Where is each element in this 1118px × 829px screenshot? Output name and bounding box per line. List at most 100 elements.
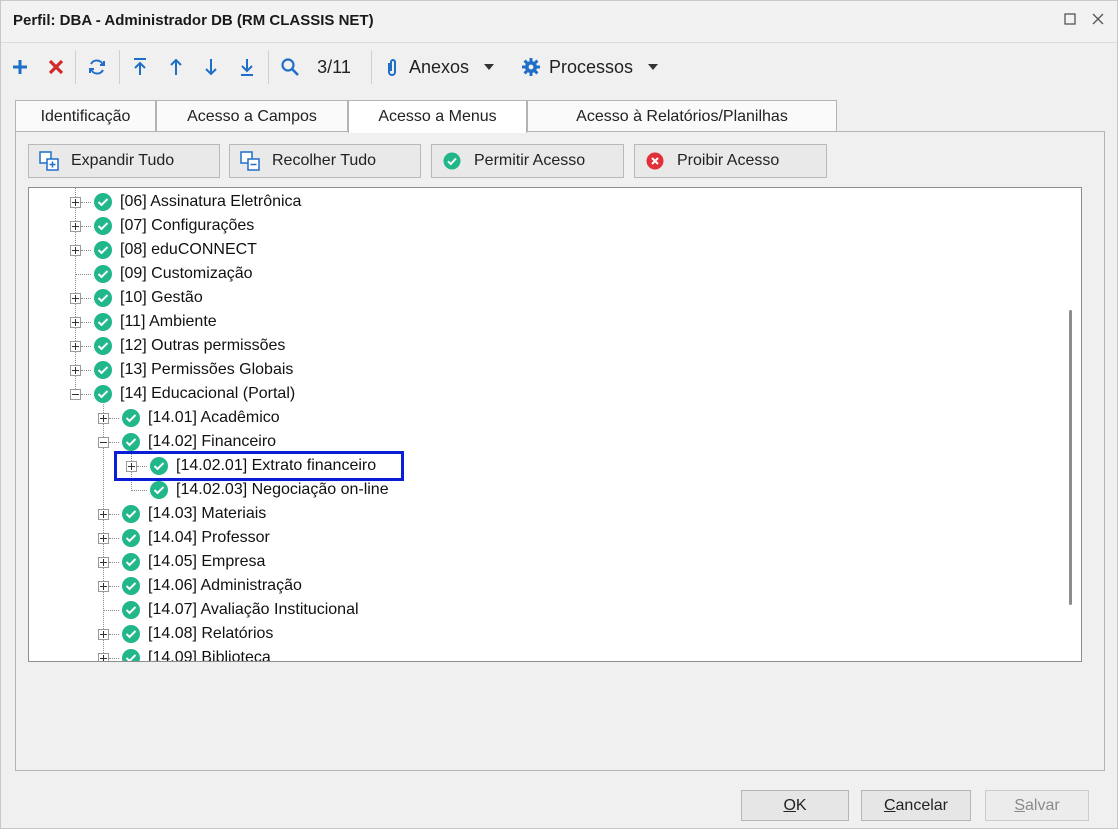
tree-item[interactable]: [06] Assinatura Eletrônica xyxy=(70,190,301,214)
tree-dots xyxy=(131,489,147,491)
tree-item[interactable]: [14.01] Acadêmico xyxy=(98,406,280,430)
collapse-icon[interactable] xyxy=(98,436,109,448)
tree-item[interactable]: [14] Educacional (Portal) xyxy=(70,382,295,406)
expand-icon[interactable] xyxy=(70,316,81,328)
deny-access-label: Proibir Acesso xyxy=(677,152,780,169)
check-circle-icon xyxy=(94,289,112,307)
plus-icon xyxy=(13,60,27,74)
toolbar-separator xyxy=(371,50,372,84)
tree-item[interactable]: [11] Ambiente xyxy=(70,310,217,334)
check-circle-icon xyxy=(122,649,140,661)
toolbar-separator xyxy=(119,50,120,84)
tree-item[interactable]: [14.08] Relatórios xyxy=(98,622,273,646)
tree-item-label: [14.01] Acadêmico xyxy=(148,409,280,426)
check-circle-icon xyxy=(122,433,140,451)
tree-item-label: [09] Customização xyxy=(120,265,253,282)
tree-item[interactable]: [14.02.03] Negociação on-line xyxy=(131,478,389,502)
tree-item[interactable]: [09] Customização xyxy=(75,262,253,286)
tab-acesso-relatorios[interactable]: Acesso à Relatórios/Planilhas xyxy=(527,100,837,132)
tree-item[interactable]: [14.04] Professor xyxy=(98,526,270,550)
tree-dots xyxy=(81,225,91,227)
ok-button[interactable]: OK xyxy=(741,790,849,821)
expand-icon[interactable] xyxy=(98,580,109,592)
tree-scrollbar[interactable] xyxy=(1063,190,1079,661)
tree-dots xyxy=(109,441,119,443)
tree-dots xyxy=(75,273,91,275)
deny-access-button[interactable]: Proibir Acesso xyxy=(634,144,827,178)
tree-dots xyxy=(81,201,91,203)
tab-identificacao[interactable]: Identificação xyxy=(15,100,156,132)
last-record-button[interactable] xyxy=(234,52,260,82)
tab-acesso-campos[interactable]: Acesso a Campos xyxy=(156,100,348,132)
check-circle-icon xyxy=(94,361,112,379)
save-button[interactable]: Salvar xyxy=(985,790,1089,821)
expand-icon[interactable] xyxy=(98,412,109,424)
expand-icon[interactable] xyxy=(98,556,109,568)
collapse-all-button[interactable]: Recolher Tudo xyxy=(229,144,421,178)
expand-icon[interactable] xyxy=(98,508,109,520)
expand-icon[interactable] xyxy=(98,532,109,544)
first-record-button[interactable] xyxy=(127,52,153,82)
expand-icon[interactable] xyxy=(70,220,81,232)
expand-icon[interactable] xyxy=(70,364,81,376)
tree-item[interactable]: [14.09] Biblioteca xyxy=(98,646,271,661)
tab-acesso-menus[interactable]: Acesso a Menus xyxy=(348,100,527,133)
expand-icon[interactable] xyxy=(98,652,109,661)
expand-icon[interactable] xyxy=(70,340,81,352)
tree-item[interactable]: [14.07] Avaliação Institucional xyxy=(103,598,359,622)
delete-button[interactable] xyxy=(43,52,69,82)
add-button[interactable] xyxy=(7,52,33,82)
chevron-down-icon xyxy=(648,64,659,70)
close-icon[interactable] xyxy=(1087,10,1109,32)
collapse-icon[interactable] xyxy=(70,388,81,400)
processes-menu[interactable]: Processos xyxy=(521,52,669,82)
menu-tree: [06] Assinatura Eletrônica [07] Configur… xyxy=(28,187,1082,662)
expand-all-button[interactable]: Expandir Tudo xyxy=(28,144,220,178)
next-record-button[interactable] xyxy=(198,52,224,82)
arrow-bottom-icon xyxy=(241,59,253,76)
expand-icon[interactable] xyxy=(70,244,81,256)
record-position-label: 3/11 xyxy=(317,56,351,77)
arrow-down-icon xyxy=(205,59,217,76)
tree-item[interactable]: [07] Configurações xyxy=(70,214,254,238)
window-title: Perfil: DBA - Administrador DB (RM CLASS… xyxy=(13,12,374,29)
refresh-button[interactable] xyxy=(83,52,111,82)
scrollbar-thumb[interactable] xyxy=(1069,310,1072,605)
toolbar: 3/11 Anexos Processos xyxy=(1,44,1117,90)
collapse-all-label: Recolher Tudo xyxy=(272,152,377,169)
check-circle-icon xyxy=(94,193,112,211)
expand-all-label: Expandir Tudo xyxy=(71,152,175,169)
attachments-menu[interactable]: Anexos xyxy=(385,52,511,82)
expand-icon[interactable] xyxy=(70,196,81,208)
tree-item[interactable]: [08] eduCONNECT xyxy=(70,238,257,262)
expand-icon[interactable] xyxy=(70,292,81,304)
maximize-icon[interactable] xyxy=(1059,10,1081,32)
cancel-button[interactable]: Cancelar xyxy=(861,790,971,821)
cancel-label: Cancelar xyxy=(883,796,949,814)
tree-dots xyxy=(81,393,91,395)
tree-dots xyxy=(81,345,91,347)
toolbar-separator xyxy=(268,50,269,84)
tree-item[interactable]: [12] Outras permissões xyxy=(70,334,285,358)
tree-item-label: [06] Assinatura Eletrônica xyxy=(120,193,302,210)
allow-access-label: Permitir Acesso xyxy=(474,152,586,169)
tree-item-label: [14.04] Professor xyxy=(148,529,270,546)
tree-dots xyxy=(109,585,119,587)
tree-dots xyxy=(81,297,91,299)
tree-item-label: [11] Ambiente xyxy=(120,313,217,330)
allow-access-button[interactable]: Permitir Acesso xyxy=(431,144,624,178)
tree-item[interactable]: [14.06] Administração xyxy=(98,574,302,598)
tree-item-label: [14.08] Relatórios xyxy=(148,625,274,642)
ok-label: OK xyxy=(783,796,807,814)
tab-label: Acesso a Campos xyxy=(187,107,317,125)
expand-icon[interactable] xyxy=(98,628,109,640)
tree-dots xyxy=(109,657,119,659)
tree-item[interactable]: [13] Permissões Globais xyxy=(70,358,293,382)
search-button[interactable] xyxy=(277,52,303,82)
tree-item[interactable]: [14.05] Empresa xyxy=(98,550,265,574)
tree-item[interactable]: [10] Gestão xyxy=(70,286,203,310)
tree-item[interactable]: [14.03] Materiais xyxy=(98,502,266,526)
check-circle-icon xyxy=(94,265,112,283)
previous-record-button[interactable] xyxy=(163,52,189,82)
save-label: Salvar xyxy=(1014,796,1060,814)
